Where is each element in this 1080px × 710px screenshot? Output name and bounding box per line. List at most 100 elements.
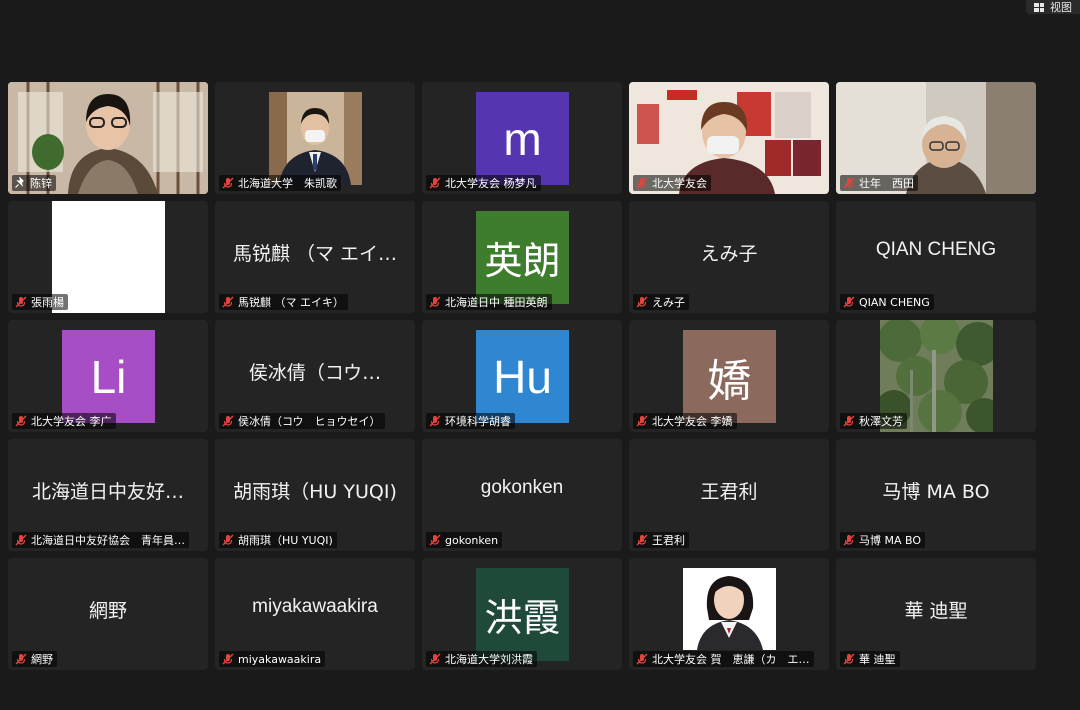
mic-muted-icon (429, 653, 441, 665)
participant-name-label: 北海道大学刘洪霞 (426, 651, 537, 667)
participant-name-label: gokonken (426, 532, 503, 548)
participant-tile[interactable]: 華 迪聖 華 迪聖 (836, 558, 1036, 670)
mic-muted-icon (15, 653, 27, 665)
mic-muted-icon (222, 415, 234, 427)
participant-display-name: 王君利 (700, 481, 758, 503)
participant-tile[interactable]: 馬锐麒 （マ エイ… 馬锐麒 （マ エイキ） (215, 201, 415, 313)
participant-name-label: 北大学友会 李广 (12, 413, 116, 429)
participant-tile[interactable]: 侯冰倩（コウ… 侯冰倩（コウ ヒョウセイ） (215, 320, 415, 432)
participant-name-label: 马博 MA BO (840, 532, 926, 548)
participant-tile[interactable]: 網野 網野 (8, 558, 208, 670)
participant-display-name: gokonken (480, 477, 564, 498)
mic-muted-icon (429, 296, 441, 308)
mic-muted-icon (222, 653, 234, 665)
participant-tile[interactable]: miyakawaakira miyakawaakira (215, 558, 415, 670)
mic-muted-icon (429, 534, 441, 546)
participant-tile[interactable]: m 北大学友会 杨梦凡 (422, 82, 622, 194)
participant-name-label: 王君利 (633, 532, 689, 548)
participant-video (52, 201, 165, 313)
mic-muted-icon (429, 415, 441, 427)
mic-muted-icon (843, 296, 855, 308)
participant-name-label: 張雨楊 (12, 294, 68, 310)
participant-tile[interactable]: 英朗 北海道日中 種田英朗 (422, 201, 622, 313)
participant-tile[interactable]: 王君利 王君利 (629, 439, 829, 551)
participant-tile[interactable]: gokonken gokonken (422, 439, 622, 551)
participant-avatar: Li (62, 330, 155, 423)
participant-tile[interactable]: 北大学友会 (629, 82, 829, 194)
participant-avatar: 洪霞 (476, 568, 569, 661)
participant-display-name: 華 迪聖 (904, 600, 968, 622)
mic-muted-icon (636, 415, 648, 427)
participant-avatar: m (476, 92, 569, 185)
mic-muted-icon (636, 296, 648, 308)
participant-name-label: 北大学友会 (633, 175, 711, 191)
participant-name-label: 網野 (12, 651, 57, 667)
participant-tile[interactable]: 马博 MA BO 马博 MA BO (836, 439, 1036, 551)
participant-tile[interactable]: えみ子 えみ子 (629, 201, 829, 313)
participant-avatar: 英朗 (476, 211, 569, 304)
mic-muted-icon (15, 296, 27, 308)
pin-icon (15, 177, 24, 188)
participant-display-name: 侯冰倩（コウ… (248, 362, 382, 384)
participant-tile[interactable]: Hu 环境科学胡睿 (422, 320, 622, 432)
participant-display-name: miyakawaakira (252, 596, 378, 617)
participant-name-label: 北海道大学 朱凯歌 (219, 175, 341, 191)
participant-name-label: 壮年 西田 (840, 175, 918, 191)
mic-muted-icon (843, 653, 855, 665)
participant-tile[interactable]: QIAN CHENG QIAN CHENG (836, 201, 1036, 313)
participant-avatar: Hu (476, 330, 569, 423)
mic-muted-icon (15, 534, 27, 546)
participant-name-label: 侯冰倩（コウ ヒョウセイ） (219, 413, 385, 429)
participant-name-label: 北海道日中友好協会 青年員… (12, 532, 189, 548)
participant-video (269, 92, 362, 185)
mic-muted-icon (429, 177, 441, 189)
participant-display-name: 網野 (88, 600, 127, 622)
participant-tile[interactable]: 陈锌 (8, 82, 208, 194)
mic-muted-icon (843, 534, 855, 546)
mic-muted-icon (636, 177, 648, 189)
participant-name-label: 華 迪聖 (840, 651, 900, 667)
participant-tile[interactable]: 洪霞 北海道大学刘洪霞 (422, 558, 622, 670)
participant-name-label: 北大学友会 杨梦凡 (426, 175, 541, 191)
participant-name-label: えみ子 (633, 294, 689, 310)
participant-name-label: QIAN CHENG (840, 294, 934, 310)
participant-name-label: 北大学友会 賀 恵謙（カ エ… (633, 651, 814, 667)
participant-tile[interactable]: Li 北大学友会 李广 (8, 320, 208, 432)
participant-video (683, 568, 776, 650)
participant-tile[interactable]: 嬌 北大学友会 李嬌 (629, 320, 829, 432)
participant-display-name: えみ子 (700, 243, 758, 265)
participant-tile[interactable]: 胡雨琪（HU YUQI) 胡雨琪（HU YUQI) (215, 439, 415, 551)
mic-muted-icon (843, 177, 855, 189)
video-grid: 陈锌 北海道大学 朱凯歌 m 北大学友会 杨梦凡 北大学友会 壮年 西田 張雨楊… (8, 82, 1036, 670)
mic-muted-icon (843, 415, 855, 427)
participant-tile[interactable]: 張雨楊 (8, 201, 208, 313)
participant-display-name: 北海道日中友好… (31, 481, 184, 503)
mic-muted-icon (15, 415, 27, 427)
participant-display-name: 马博 MA BO (882, 481, 990, 503)
participant-display-name: 胡雨琪（HU YUQI) (233, 481, 397, 503)
participant-name-label: 北大学友会 李嬌 (633, 413, 737, 429)
mic-muted-icon (222, 296, 234, 308)
participant-name-label: 环境科学胡睿 (426, 413, 515, 429)
mic-muted-icon (636, 534, 648, 546)
participant-name-label: miyakawaakira (219, 651, 326, 667)
mic-muted-icon (222, 177, 234, 189)
mic-muted-icon (636, 653, 648, 665)
participant-name-label: 馬锐麒 （マ エイキ） (219, 294, 348, 310)
participant-name-label: 胡雨琪（HU YUQI) (219, 532, 337, 548)
mic-muted-icon (222, 534, 234, 546)
participant-name-label: 陈锌 (12, 175, 56, 191)
participant-tile[interactable]: 北海道日中友好… 北海道日中友好協会 青年員… (8, 439, 208, 551)
view-label: 视图 (1050, 1, 1072, 14)
participant-tile[interactable]: 北大学友会 賀 恵謙（カ エ… (629, 558, 829, 670)
participant-display-name: 馬锐麒 （マ エイ… (232, 243, 398, 265)
participant-avatar: 嬌 (683, 330, 776, 423)
participant-tile[interactable]: 北海道大学 朱凯歌 (215, 82, 415, 194)
participant-name-label: 北海道日中 種田英朗 (426, 294, 552, 310)
view-toggle-button[interactable]: 视图 (1026, 0, 1080, 14)
participant-tile[interactable]: 壮年 西田 (836, 82, 1036, 194)
participant-display-name: QIAN CHENG (875, 239, 997, 260)
participant-tile[interactable]: 秋澤文芳 (836, 320, 1036, 432)
grid-icon (1034, 2, 1044, 12)
participant-name-label: 秋澤文芳 (840, 413, 907, 429)
